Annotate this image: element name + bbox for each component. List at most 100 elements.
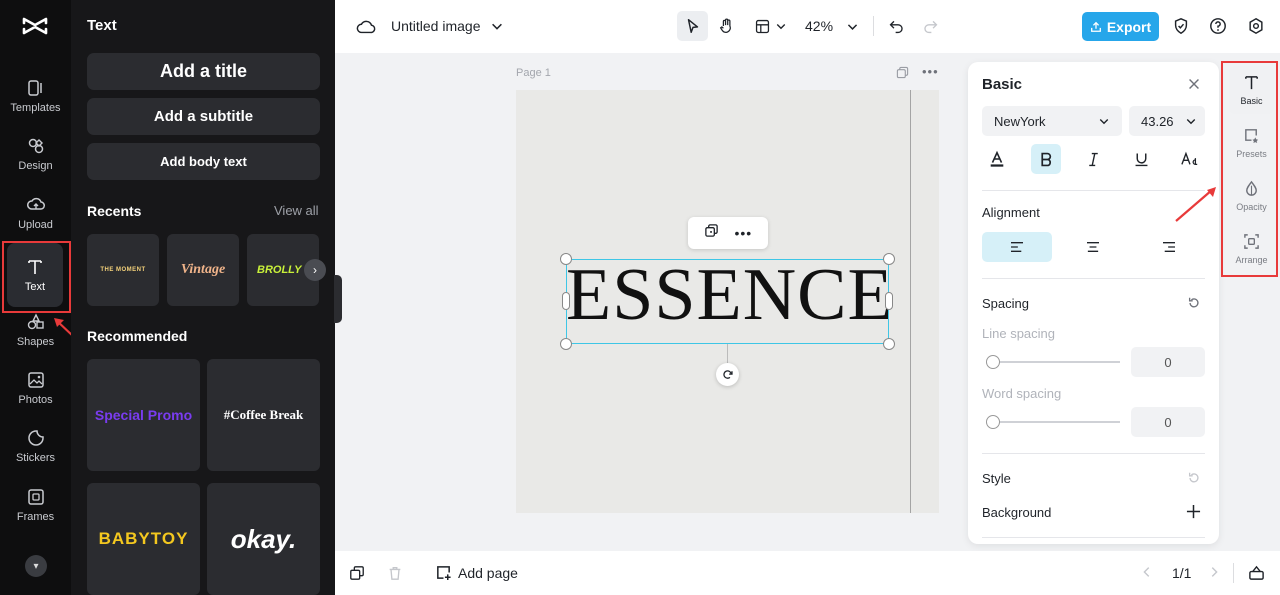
- more-tools-chevron-icon[interactable]: ▾: [25, 555, 47, 577]
- rail-item-photos[interactable]: Photos: [0, 360, 71, 416]
- italic-icon[interactable]: [1078, 144, 1108, 174]
- rail-item-design[interactable]: Design: [0, 126, 71, 182]
- rail-item-upload[interactable]: Upload: [0, 185, 71, 241]
- font-chevron-down-icon: [1099, 119, 1109, 125]
- recommended-text-style-2[interactable]: #Coffee Break: [207, 359, 320, 471]
- next-page-chevron-icon[interactable]: [1207, 565, 1221, 579]
- export-button[interactable]: Export: [1082, 12, 1159, 41]
- recent-text-style-2[interactable]: Vintage: [167, 234, 239, 306]
- divider: [982, 453, 1205, 454]
- word-spacing-input[interactable]: 0: [1131, 407, 1205, 437]
- cloud-sync-icon[interactable]: [355, 16, 377, 38]
- rail-item-frames[interactable]: Frames: [0, 477, 71, 533]
- help-icon[interactable]: [1207, 15, 1229, 37]
- capcut-logo-icon[interactable]: [22, 14, 48, 38]
- tool-presets[interactable]: Presets: [1229, 119, 1274, 167]
- document-title[interactable]: Untitled image: [391, 18, 481, 34]
- page-more-options-icon[interactable]: •••: [922, 64, 939, 79]
- rail-item-stickers[interactable]: Stickers: [0, 418, 71, 474]
- line-spacing-slider-knob[interactable]: [986, 355, 1000, 369]
- rail-label-design: Design: [18, 159, 53, 172]
- recommended-preview-3: BABYTOY: [98, 529, 189, 548]
- style-reset-icon[interactable]: [1187, 471, 1203, 487]
- page-manager-icon[interactable]: [1248, 564, 1265, 581]
- layout-chevron-down-icon[interactable]: [774, 18, 788, 34]
- text-color-icon[interactable]: [982, 144, 1012, 174]
- resize-handle-top-right[interactable]: [883, 253, 895, 265]
- background-label: Background: [982, 505, 1052, 520]
- title-chevron-down-icon[interactable]: [489, 18, 505, 34]
- bold-icon[interactable]: [1031, 144, 1061, 174]
- resize-handle-right[interactable]: [885, 292, 893, 310]
- add-body-text-button[interactable]: Add body text: [87, 143, 320, 180]
- rail-label-stickers: Stickers: [15, 451, 56, 464]
- photos-icon: [27, 371, 44, 388]
- duplicate-page-icon[interactable]: [896, 66, 910, 80]
- rail-item-text[interactable]: Text: [7, 243, 63, 307]
- add-background-plus-icon[interactable]: [1186, 504, 1202, 520]
- zoom-level[interactable]: 42%: [805, 18, 833, 34]
- word-spacing-slider-knob[interactable]: [986, 415, 1000, 429]
- align-left-icon[interactable]: [982, 232, 1052, 262]
- layout-icon[interactable]: [751, 14, 773, 38]
- selection-box: [566, 259, 889, 344]
- floating-toolbar: •••: [688, 217, 768, 249]
- recommended-preview-2: #Coffee Break: [223, 407, 304, 422]
- shield-icon[interactable]: [1170, 15, 1192, 37]
- recommended-preview-4: okay.: [230, 523, 297, 554]
- export-icon: [1090, 21, 1101, 32]
- font-family-value: NewYork: [994, 113, 1046, 129]
- add-subtitle-button[interactable]: Add a subtitle: [87, 98, 320, 135]
- tool-opacity[interactable]: Opacity: [1229, 172, 1274, 220]
- duplicate-page-bottom-icon[interactable]: [349, 565, 365, 581]
- resize-handle-bottom-right[interactable]: [883, 338, 895, 350]
- settings-gear-icon[interactable]: [1245, 15, 1267, 37]
- tool-arrange[interactable]: Arrange: [1229, 225, 1274, 273]
- align-center-icon[interactable]: [1058, 232, 1128, 262]
- basic-properties-panel: Basic NewYork 43.26 Alignment Spacing Li…: [968, 62, 1219, 544]
- word-spacing-label: Word spacing: [982, 386, 1062, 401]
- style-label: Style: [982, 471, 1011, 486]
- add-page-label: Add page: [458, 564, 518, 581]
- add-title-button[interactable]: Add a title: [87, 53, 320, 90]
- frames-icon: [27, 488, 44, 505]
- rotate-connector: [727, 344, 728, 364]
- select-tool-icon[interactable]: [677, 11, 708, 41]
- font-size-select[interactable]: 43.26: [1129, 106, 1205, 136]
- panel-collapse-handle[interactable]: [334, 275, 342, 323]
- spacing-label: Spacing: [982, 296, 1029, 311]
- close-icon[interactable]: [1186, 76, 1204, 94]
- rail-item-templates[interactable]: Templates: [0, 68, 71, 124]
- delete-page-trash-icon[interactable]: [387, 565, 403, 581]
- align-right-icon[interactable]: [1134, 232, 1204, 262]
- underline-icon[interactable]: [1126, 144, 1156, 174]
- recent-text-style-1[interactable]: THE MOMENT: [87, 234, 159, 306]
- zoom-chevron-down-icon[interactable]: [844, 18, 860, 34]
- prev-page-chevron-icon[interactable]: [1140, 565, 1154, 579]
- redo-icon[interactable]: [919, 15, 941, 37]
- hand-tool-icon[interactable]: [715, 14, 739, 38]
- right-tool-rail: Basic Presets Opacity Arrange: [1223, 62, 1280, 280]
- add-page-button[interactable]: Add page: [435, 564, 518, 581]
- line-spacing-slider[interactable]: [986, 361, 1120, 363]
- font-family-select[interactable]: NewYork: [982, 106, 1122, 136]
- rotate-handle-icon[interactable]: [716, 363, 739, 386]
- line-spacing-input[interactable]: 0: [1131, 347, 1205, 377]
- recommended-text-style-4[interactable]: okay.: [207, 483, 320, 595]
- recommended-text-style-1[interactable]: Special Promo: [87, 359, 200, 471]
- copy-element-icon[interactable]: [704, 223, 719, 243]
- resize-handle-bottom-left[interactable]: [560, 338, 572, 350]
- undo-icon[interactable]: [885, 15, 907, 37]
- tool-basic[interactable]: Basic: [1229, 66, 1274, 114]
- element-more-options-icon[interactable]: •••: [734, 225, 752, 241]
- recents-next-chevron-icon[interactable]: ›: [304, 259, 326, 281]
- view-all-link[interactable]: View all: [274, 203, 319, 218]
- word-spacing-slider[interactable]: [986, 421, 1120, 423]
- recent-preview-2: Vintage: [180, 262, 226, 277]
- left-rail: Templates Design Upload Text Shapes Phot…: [0, 0, 71, 595]
- resize-handle-left[interactable]: [562, 292, 570, 310]
- text-case-icon[interactable]: [1174, 144, 1206, 174]
- spacing-reset-icon[interactable]: [1187, 296, 1203, 312]
- recommended-text-style-3[interactable]: BABYTOY: [87, 483, 200, 595]
- resize-handle-top-left[interactable]: [560, 253, 572, 265]
